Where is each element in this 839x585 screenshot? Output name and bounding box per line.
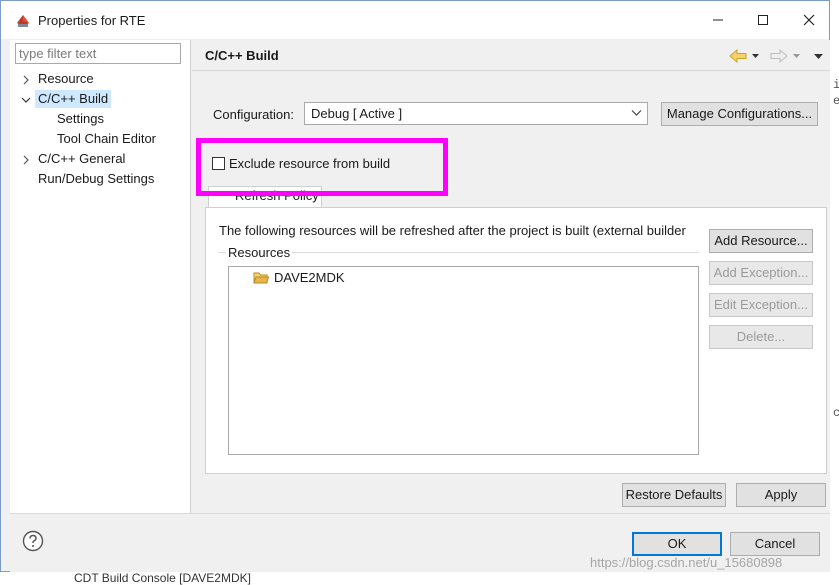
- sidebar-item-settings[interactable]: Settings: [57, 110, 104, 128]
- background-edge-text: c: [833, 406, 839, 420]
- close-button[interactable]: [795, 7, 823, 33]
- minimize-icon: [713, 19, 723, 21]
- window-title: Properties for RTE: [38, 13, 146, 28]
- help-icon[interactable]: [22, 530, 44, 552]
- edit-exception-button[interactable]: Edit Exception...: [709, 293, 813, 317]
- chevron-right-icon[interactable]: [21, 75, 31, 85]
- forward-menu-chevron-icon[interactable]: [792, 52, 801, 60]
- background-edge-text: i: [833, 78, 839, 92]
- app-icon: [17, 15, 29, 27]
- refresh-policy-pane: The following resources will be refreshe…: [205, 207, 827, 474]
- tab-refresh-policy[interactable]: Refresh Policy: [208, 186, 322, 208]
- back-arrow-icon[interactable]: [729, 49, 747, 63]
- exclude-resource-label: Exclude resource from build: [229, 156, 391, 171]
- maximize-button[interactable]: [749, 7, 777, 33]
- view-menu-chevron-icon[interactable]: [813, 52, 824, 60]
- sidebar-item-tool-chain-editor[interactable]: Tool Chain Editor: [57, 130, 156, 148]
- back-menu-chevron-icon[interactable]: [751, 52, 760, 60]
- sidebar-item-cpp-build[interactable]: C/C++ Build: [35, 90, 112, 108]
- history-navigation: [729, 46, 824, 66]
- watermark: https://blog.csdn.net/u_15680898: [590, 555, 783, 570]
- sidebar-item-cpp-general[interactable]: C/C++ General: [38, 150, 125, 168]
- chevron-right-icon[interactable]: [21, 155, 31, 165]
- title-bar: Properties for RTE: [1, 1, 829, 39]
- restore-defaults-button[interactable]: Restore Defaults: [622, 483, 726, 507]
- sidebar: Resource C/C++ Build Settings Tool Chain…: [10, 40, 191, 513]
- add-resource-button[interactable]: Add Resource...: [709, 229, 813, 253]
- resources-tree[interactable]: DAVE2MDK: [228, 266, 699, 455]
- configuration-select[interactable]: Debug [ Active ]: [304, 102, 648, 125]
- resources-group-label: Resources: [226, 245, 293, 260]
- list-item[interactable]: DAVE2MDK: [253, 270, 345, 285]
- property-page: C/C++ Build Configuration: Debug [ Activ…: [192, 40, 830, 513]
- folder-icon: [253, 272, 269, 284]
- chevron-down-icon[interactable]: [21, 95, 31, 105]
- exclude-resource-checkbox-row[interactable]: Exclude resource from build: [212, 156, 390, 171]
- header-divider: [192, 70, 830, 71]
- maximize-icon: [758, 15, 768, 25]
- refresh-description: The following resources will be refreshe…: [219, 223, 686, 238]
- sidebar-item-resource[interactable]: Resource: [38, 70, 94, 88]
- apply-button[interactable]: Apply: [736, 483, 826, 507]
- filter-input[interactable]: [15, 43, 181, 64]
- minimize-button[interactable]: [704, 7, 732, 33]
- page-title: C/C++ Build: [205, 48, 279, 63]
- resource-name: DAVE2MDK: [274, 270, 345, 285]
- configuration-label: Configuration:: [213, 107, 294, 122]
- close-icon: [803, 14, 815, 26]
- sidebar-item-run-debug-settings[interactable]: Run/Debug Settings: [38, 170, 154, 188]
- background-edge-text: e: [833, 94, 839, 108]
- ok-button[interactable]: OK: [632, 532, 722, 556]
- manage-configurations-button[interactable]: Manage Configurations...: [661, 102, 818, 126]
- exclude-resource-checkbox[interactable]: [212, 157, 225, 170]
- add-exception-button[interactable]: Add Exception...: [709, 261, 813, 285]
- cancel-button[interactable]: Cancel: [730, 532, 820, 556]
- console-tab[interactable]: CDT Build Console [DAVE2MDK]: [74, 571, 251, 585]
- forward-arrow-icon[interactable]: [770, 49, 788, 63]
- delete-button[interactable]: Delete...: [709, 325, 813, 349]
- properties-dialog: Properties for RTE Resource C/C++ Build …: [0, 0, 830, 572]
- chevron-down-icon: [631, 110, 642, 116]
